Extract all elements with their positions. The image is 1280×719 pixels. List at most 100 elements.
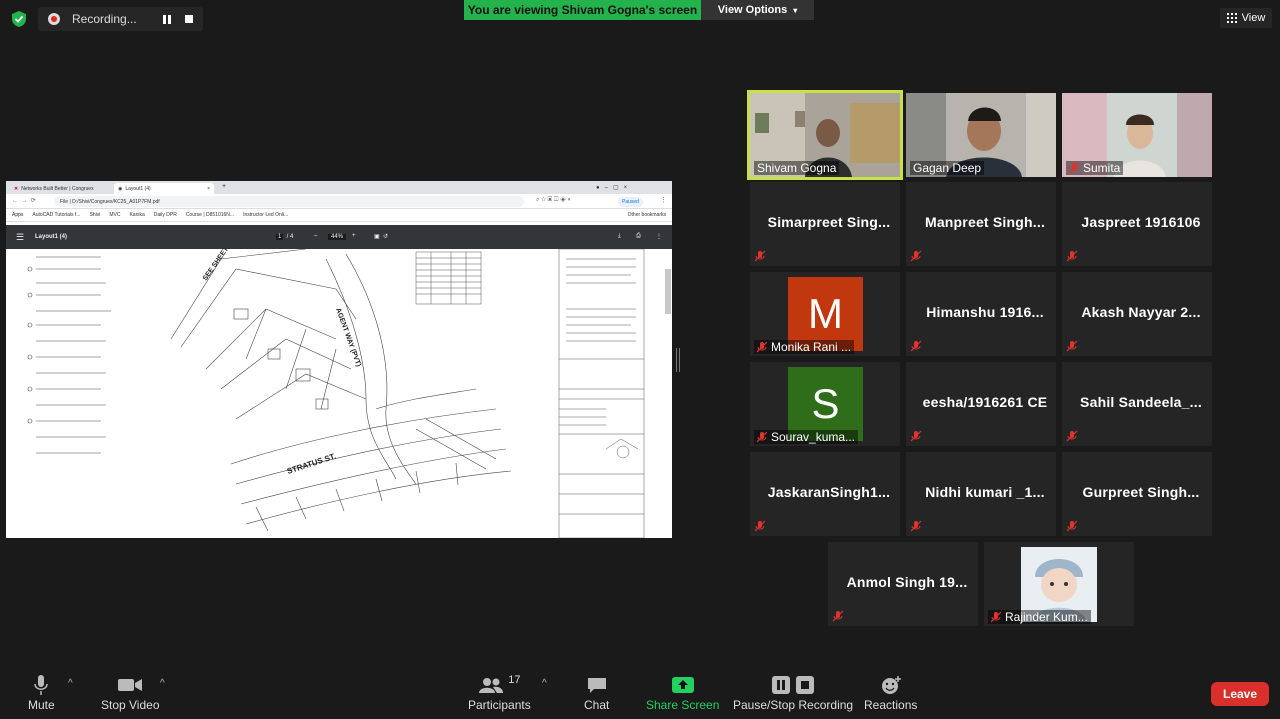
share-screen-button[interactable]: Share Screen bbox=[646, 672, 719, 712]
bookmark-item[interactable]: Kanika bbox=[129, 212, 144, 218]
participant-name-label: Sumita bbox=[1066, 161, 1124, 175]
participant-tile-avatar[interactable]: M Monika Rani ... bbox=[750, 272, 900, 356]
pdf-toolbar: ☰ Layout1 (4) 1 / 4 – 44% + ▣ ↺ ⤓ ⎙ ⋮ bbox=[6, 225, 672, 249]
participant-tile[interactable]: Simarpreet Sing... bbox=[750, 182, 900, 266]
audio-options-chevron-icon[interactable]: ^ bbox=[68, 678, 73, 689]
browser-tab-bar: ✕ Networks Built Better | Congruex ◉ Lay… bbox=[6, 181, 672, 194]
view-options-button[interactable]: View Options ▾ bbox=[701, 0, 814, 20]
participant-tile[interactable]: Anmol Singh 19... bbox=[828, 542, 978, 626]
participant-tile-video[interactable]: Shivam Gogna bbox=[747, 90, 903, 180]
pdf-file-icon: ◉ bbox=[118, 185, 123, 192]
participant-name: Nidhi kumari _1... bbox=[925, 484, 1045, 500]
security-shield-icon[interactable] bbox=[10, 10, 28, 28]
zoom-level[interactable]: 44% bbox=[328, 234, 347, 240]
view-button[interactable]: View bbox=[1220, 8, 1272, 28]
participant-tile-avatar[interactable]: S Sourav_kuma... bbox=[750, 362, 900, 446]
muted-mic-icon bbox=[910, 430, 922, 442]
reactions-button[interactable]: Reactions bbox=[864, 672, 917, 712]
leave-button[interactable]: Leave bbox=[1211, 682, 1269, 706]
stop-recording-icon[interactable] bbox=[185, 15, 193, 23]
muted-mic-icon bbox=[910, 250, 922, 262]
browser-menu-icon[interactable]: ⋮ bbox=[660, 196, 667, 204]
view-options-label: View Options bbox=[717, 4, 788, 16]
muted-mic-icon bbox=[757, 341, 767, 353]
download-icon[interactable]: ⤓ bbox=[618, 233, 621, 240]
participant-tile[interactable]: Himanshu 1916... bbox=[906, 272, 1056, 356]
participant-name-label: Shivam Gogna bbox=[754, 161, 840, 175]
profile-paused-button[interactable]: Paused bbox=[618, 197, 643, 207]
page-indicator[interactable]: 1 / 4 bbox=[276, 234, 293, 240]
stop-icon bbox=[796, 676, 815, 694]
bookmark-item[interactable]: Apps bbox=[12, 212, 23, 218]
bookmark-item[interactable]: Course | D851016N... bbox=[186, 212, 234, 218]
muted-mic-icon bbox=[1066, 430, 1078, 442]
participants-button[interactable]: 17 Participants bbox=[468, 672, 531, 712]
share-screen-label: Share Screen bbox=[646, 698, 720, 712]
other-bookmarks[interactable]: Other bookmarks bbox=[628, 212, 672, 218]
chat-label: Chat bbox=[584, 698, 610, 712]
more-options-icon[interactable]: ⋮ bbox=[656, 233, 662, 240]
participant-tile[interactable]: Gurpreet Singh... bbox=[1062, 452, 1212, 536]
bookmark-item[interactable]: Instructor Led Onli... bbox=[243, 212, 288, 218]
extension-icons[interactable]: ⌕ ☆ ▣ ◫ ◈ ◐ bbox=[536, 197, 571, 204]
participant-tile[interactable]: Sahil Sandeela_... bbox=[1062, 362, 1212, 446]
muted-mic-icon bbox=[754, 520, 766, 532]
pause-stop-recording-button[interactable]: Pause/Stop Recording bbox=[733, 672, 853, 712]
participant-name: Rajinder Kum... bbox=[1005, 610, 1088, 624]
zoom-in-icon[interactable]: + bbox=[352, 233, 356, 239]
microphone-icon bbox=[34, 675, 49, 695]
participant-name: Sahil Sandeela_... bbox=[1080, 394, 1202, 410]
pause-recording-icon[interactable] bbox=[163, 14, 171, 24]
participant-tile[interactable]: Jaspreet 1916106 bbox=[1062, 182, 1212, 266]
url-text: File | D:/Shivi/Congruex/KC25_A01P7FM.pd… bbox=[60, 198, 160, 205]
participant-tile[interactable]: Nidhi kumari _1... bbox=[906, 452, 1056, 536]
print-icon[interactable]: ⎙ bbox=[636, 233, 641, 240]
share-screen-icon bbox=[671, 677, 694, 693]
video-camera-icon bbox=[118, 679, 143, 691]
participant-tile-video[interactable]: Sumita bbox=[1062, 93, 1212, 177]
chevron-down-icon: ▾ bbox=[793, 5, 798, 15]
new-tab-icon[interactable]: + bbox=[222, 183, 226, 190]
fit-page-icon[interactable]: ▣ ↺ bbox=[374, 233, 388, 240]
participant-name: Monika Rani ... bbox=[771, 340, 852, 354]
bookmark-item[interactable]: AutoCAD Tutorials f... bbox=[32, 212, 80, 218]
pdf-document[interactable]: STRATUS ST. SEE SHEET AGENT WAY (PVT) bbox=[6, 245, 672, 538]
close-tab-icon[interactable]: × bbox=[207, 186, 210, 192]
page-current[interactable]: 1 bbox=[276, 234, 284, 240]
participant-tile[interactable]: eesha/1916261 CE bbox=[906, 362, 1056, 446]
viewing-screen-banner: You are viewing Shivam Gogna's screen bbox=[464, 0, 701, 20]
participant-name: Gurpreet Singh... bbox=[1082, 484, 1200, 500]
chat-bubble-icon bbox=[587, 678, 606, 693]
bookmark-item[interactable]: Daily DPR bbox=[154, 212, 177, 218]
participant-tile[interactable]: Manpreet Singh... bbox=[906, 182, 1056, 266]
browser-tab-active[interactable]: ◉ Layout1 (4) × bbox=[114, 183, 214, 194]
pdf-menu-icon[interactable]: ☰ bbox=[16, 232, 24, 243]
bookmark-item[interactable]: MVC bbox=[109, 212, 120, 218]
muted-mic-icon bbox=[1066, 520, 1078, 532]
participant-tile[interactable]: JaskaranSingh1... bbox=[750, 452, 900, 536]
participant-name-label: Monika Rani ... bbox=[754, 340, 855, 354]
bookmarks-bar: Apps AutoCAD Tutorials f... Shivi MVC Ka… bbox=[6, 209, 672, 222]
nav-buttons[interactable]: ← → ⟳ bbox=[12, 197, 36, 204]
browser-tab[interactable]: ✕ Networks Built Better | Congruex bbox=[10, 183, 116, 194]
shared-screen[interactable]: ✕ Networks Built Better | Congruex ◉ Lay… bbox=[6, 181, 672, 538]
participants-options-chevron-icon[interactable]: ^ bbox=[542, 678, 547, 689]
participant-name: JaskaranSingh1... bbox=[767, 484, 891, 500]
curve-table bbox=[415, 251, 482, 305]
participant-tile-photo[interactable]: Rajinder Kum... bbox=[984, 542, 1134, 626]
participant-tile-video[interactable]: Gagan Deep bbox=[906, 93, 1056, 177]
url-input[interactable]: File | D:/Shivi/Congruex/KC25_A01P7FM.pd… bbox=[54, 196, 524, 207]
muted-mic-icon bbox=[1066, 250, 1078, 262]
mute-button[interactable]: Mute bbox=[28, 672, 55, 712]
chat-button[interactable]: Chat bbox=[584, 672, 609, 712]
participant-name-label: Rajinder Kum... bbox=[988, 610, 1091, 624]
bookmark-item[interactable]: Shivi bbox=[89, 212, 100, 218]
zoom-out-icon[interactable]: – bbox=[314, 233, 317, 239]
panel-resize-handle[interactable] bbox=[676, 348, 680, 372]
participant-name: eesha/1916261 CE bbox=[922, 394, 1048, 410]
participant-tile[interactable]: Akash Nayyar 2... bbox=[1062, 272, 1212, 356]
street-label: AGENT WAY (PVT) bbox=[334, 307, 362, 368]
window-controls[interactable]: ● – ▢ × bbox=[596, 184, 627, 191]
stop-video-button[interactable]: Stop Video bbox=[101, 672, 160, 712]
video-options-chevron-icon[interactable]: ^ bbox=[160, 678, 165, 689]
